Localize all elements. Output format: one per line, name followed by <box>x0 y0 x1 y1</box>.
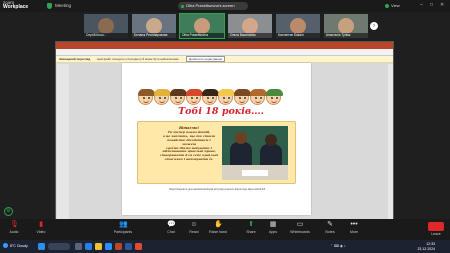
chat-button[interactable]: 💬 Chat <box>160 221 182 234</box>
powerpoint-icon[interactable] <box>115 243 122 250</box>
powerpoint-ribbon <box>56 49 393 56</box>
clock-date: 23.12.2024 <box>417 246 435 251</box>
more-icon: ••• <box>350 221 358 228</box>
audio-label: Audio <box>9 230 19 234</box>
participant-tile[interactable]: Беланж Ресомаразова <box>131 13 177 39</box>
participants-icon: 👥 <box>119 221 128 228</box>
participant-tile-active[interactable]: Olha Praxeltsovna <box>179 13 225 39</box>
share-icon: ⬆ <box>248 221 254 228</box>
protected-view-title: Захищений перегляд <box>59 57 91 61</box>
share-button[interactable]: ⬆ Share <box>240 221 262 234</box>
react-icon: ☺ <box>190 221 198 228</box>
slide-title: Тобі 18 років…. <box>178 106 264 117</box>
system-tray[interactable]: ⌃ ⌨ ◉ ♪ <box>330 244 346 248</box>
participant-name: Беланж Ресомаразова <box>132 33 176 38</box>
participants-label: Participants <box>113 230 133 234</box>
settings-icon[interactable]: ⚙ <box>4 207 13 216</box>
zoom-app-icon[interactable] <box>105 243 112 250</box>
participant-name: Костянтин Бакалі <box>276 33 320 38</box>
chat-icon: 💬 <box>167 221 176 228</box>
participant-name: Сергій Кооо... <box>84 33 128 38</box>
edge-icon[interactable] <box>85 243 92 250</box>
greeting-card: Вітаємо! Ти тепер повнолітній, а це знач… <box>137 121 296 184</box>
video-label: Video <box>36 230 46 234</box>
notes-button[interactable]: ✎ Notes <box>319 221 341 234</box>
whiteboards-label: Whiteboards <box>290 230 310 234</box>
participant-tile[interactable]: Анастасія Тулиж <box>323 13 369 39</box>
meeting-title: Meeting <box>55 3 72 8</box>
participants-button[interactable]: 👥 Participants <box>112 221 134 234</box>
share-status-text: Olha Praxeltsovna's screen <box>186 3 235 8</box>
slide: Тобі 18 років…. Вітаємо! Ти тепер повнол… <box>122 63 311 215</box>
students-photo <box>222 126 288 180</box>
word-icon[interactable] <box>125 243 132 250</box>
audio-button[interactable]: 🎙 Audio <box>3 221 25 234</box>
share-status-pill[interactable]: Olha Praxeltsovna's screen <box>178 2 248 10</box>
apps-label: Apps <box>269 230 277 234</box>
meeting-toolbar: 🎙 Audio ▮ Video 👥 Participants 💬 Chat ☺ … <box>0 219 450 240</box>
close-icon[interactable]: ✕ <box>440 2 444 8</box>
weather-widget[interactable]: 8°C Cloudy <box>3 243 28 248</box>
raise-hand-icon: ✋ <box>214 221 223 228</box>
video-button[interactable]: ▮ Video <box>30 221 52 234</box>
participant-tile[interactable]: Ольга Васильєва <box>227 13 273 39</box>
more-label: More <box>350 230 358 234</box>
minimize-icon[interactable]: – <box>420 2 423 8</box>
more-button[interactable]: ••• More <box>343 221 365 234</box>
whiteboard-icon: ▭ <box>296 221 304 228</box>
windows-start-icon[interactable] <box>38 243 45 250</box>
chevron-right-icon[interactable]: › <box>370 22 378 30</box>
participant-tile[interactable]: Костянтин Бакалі <box>275 13 321 39</box>
view-button[interactable]: View <box>385 3 400 8</box>
share-label: Share <box>246 230 256 234</box>
react-button[interactable]: ☺ React <box>183 221 205 234</box>
leave-label: Leave <box>431 232 441 236</box>
kids-illustration <box>136 86 291 108</box>
search-icon[interactable] <box>48 243 70 250</box>
chrome-icon[interactable] <box>135 243 142 250</box>
react-label: React <box>189 230 199 234</box>
security-shield-icon[interactable] <box>47 3 52 9</box>
raise-hand-label: Raise hand <box>209 230 227 234</box>
clock[interactable]: 12:33 23.12.2024 <box>405 242 435 251</box>
raise-hand-button[interactable]: ✋ Raise hand <box>207 221 229 234</box>
greeting-text: Вітаємо! Ти тепер повнолітній, а це знач… <box>160 126 218 162</box>
chat-label: Chat <box>167 230 175 234</box>
notes-icon: ✎ <box>327 221 333 228</box>
apps-icon: ▦ <box>269 221 277 228</box>
video-off-icon: ▮ <box>39 221 43 228</box>
participant-name: Ольга Васильєва <box>228 33 272 38</box>
leave-button[interactable] <box>428 222 444 231</box>
task-view-icon[interactable] <box>75 243 82 250</box>
windows-taskbar: 8°C Cloudy ⌃ ⌨ ◉ ♪ 12:33 23.12.2024 <box>0 240 450 253</box>
mic-muted-icon: 🎙 <box>10 221 19 228</box>
slide-source-url: https://www.kmr.gov.ua/uk/content/yak-ot… <box>169 188 265 191</box>
vertical-scrollbar[interactable] <box>388 64 393 228</box>
participant-strip: Сергій Кооо... Беланж Ресомаразова Olha … <box>83 13 369 39</box>
maximize-icon[interactable]: □ <box>430 2 433 8</box>
protected-view-bar: Захищений перегляд Цей файл походить із … <box>56 56 393 63</box>
participant-tile[interactable]: Сергій Кооо... <box>83 13 129 39</box>
participant-name: Анастасія Тулиж <box>324 33 368 38</box>
participant-name: Olha Praxeltsovna <box>180 33 224 38</box>
whiteboards-button[interactable]: ▭ Whiteboards <box>289 221 311 234</box>
greeting-line: обов'язки і виконувати їх. <box>164 157 214 162</box>
zoom-top-bar: zoom Workplace Meeting Olha Praxeltsovna… <box>0 0 450 12</box>
powerpoint-title-bar <box>56 42 393 49</box>
notes-label: Notes <box>325 230 335 234</box>
protected-view-message: Цей файл походить із Інтернету й може бу… <box>97 57 180 61</box>
zoom-logo: zoom Workplace <box>3 0 28 10</box>
slide-thumbnail-pane[interactable] <box>57 64 69 228</box>
apps-button[interactable]: ▦ Apps <box>262 221 284 234</box>
enable-editing-button[interactable]: Дозволити редагування <box>186 56 226 62</box>
file-explorer-icon[interactable] <box>95 243 102 250</box>
workplace-label: Workplace <box>3 4 29 10</box>
